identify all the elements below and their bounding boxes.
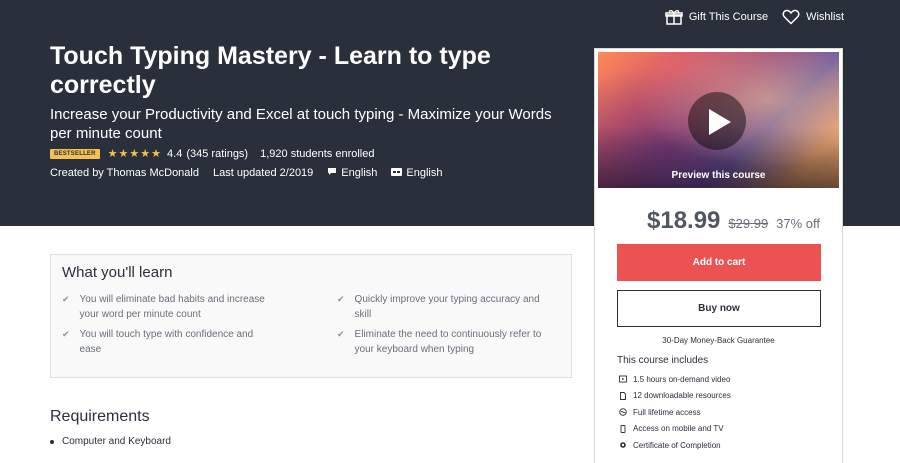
heart-icon xyxy=(782,9,800,25)
gift-icon xyxy=(665,9,683,25)
video-icon xyxy=(619,375,627,383)
learn-item-text: You will touch type with confidence and … xyxy=(79,329,254,355)
learn-item: ✔ You will touch type with confidence an… xyxy=(62,327,272,357)
last-updated: Last updated 2/2019 xyxy=(212,167,314,179)
check-icon: ✔ xyxy=(337,329,345,339)
learn-item: ✔ Quickly improve your typing accuracy a… xyxy=(337,292,547,322)
star-icon: ★ xyxy=(107,147,118,160)
mobile-icon xyxy=(619,424,627,433)
includes-item-label: 1.5 hours on-demand video xyxy=(633,374,731,384)
learn-item-text: Quickly improve your typing accuracy and… xyxy=(354,294,540,320)
created-row: Created by Thomas McDonald Last updated … xyxy=(50,167,456,179)
includes-item: Access on mobile and TV xyxy=(619,421,731,438)
purchase-sidebar: Preview this course $18.99 $29.99 37% of… xyxy=(594,48,843,463)
rating-value: 4.4 xyxy=(167,148,183,160)
includes-list: 1.5 hours on-demand video 12 downloadabl… xyxy=(619,371,731,454)
learn-item: ✔ Eliminate the need to continuously ref… xyxy=(337,327,547,357)
certificate-icon xyxy=(619,441,627,449)
learn-title: What you'll learn xyxy=(62,264,173,281)
students-enrolled: 1,920 students enrolled xyxy=(260,148,375,160)
buy-now-button[interactable]: Buy now xyxy=(617,290,821,327)
bestseller-badge: BESTSELLER xyxy=(50,149,100,159)
learn-item: ✔ You will eliminate bad habits and incr… xyxy=(62,292,272,322)
rating-row: BESTSELLER ★ ★ ★ ★ ★ 4.4 (345 ratings) 1… xyxy=(50,148,374,160)
includes-item: 12 downloadable resources xyxy=(619,388,731,405)
speech-bubble-icon xyxy=(327,167,337,179)
current-price: $18.99 xyxy=(647,207,721,234)
add-to-cart-button[interactable]: Add to cart xyxy=(617,244,821,281)
includes-item-label: 12 downloadable resources xyxy=(633,391,731,401)
course-preview[interactable]: Preview this course xyxy=(598,52,839,188)
course-subtitle: Increase your Productivity and Excel at … xyxy=(50,106,552,142)
check-icon: ✔ xyxy=(337,294,345,304)
gift-course-button[interactable]: Gift This Course xyxy=(665,9,768,25)
check-icon: ✔ xyxy=(62,329,70,339)
bullet-icon xyxy=(50,439,54,444)
wishlist-button[interactable]: Wishlist xyxy=(782,9,844,25)
audio-language-label: English xyxy=(341,167,378,179)
discount-label: 37% off xyxy=(776,216,821,231)
star-half-icon: ★ xyxy=(151,147,162,160)
star-icon: ★ xyxy=(140,147,151,160)
includes-item-label: Full lifetime access xyxy=(633,407,701,417)
includes-item: Full lifetime access xyxy=(619,404,731,421)
price-row: $18.99 $29.99 37% off xyxy=(647,207,820,235)
rating-count[interactable]: (345 ratings) xyxy=(186,148,248,160)
learn-item-text: Eliminate the need to continuously refer… xyxy=(354,329,542,355)
original-price: $29.99 xyxy=(728,216,769,231)
money-back-guarantee: 30-Day Money-Back Guarantee xyxy=(662,336,775,345)
gift-label: Gift This Course xyxy=(688,11,769,23)
what-youll-learn-box: What you'll learn ✔ You will eliminate b… xyxy=(50,254,572,378)
includes-item-label: Access on mobile and TV xyxy=(633,424,724,434)
star-icon: ★ xyxy=(129,147,140,160)
includes-item: 1.5 hours on-demand video xyxy=(619,371,731,388)
includes-item: Certificate of Completion xyxy=(619,437,731,454)
top-actions: Gift This Course Wishlist xyxy=(665,9,844,25)
requirement-text: Computer and Keyboard xyxy=(62,436,171,447)
caption-language-label: English xyxy=(406,167,443,179)
course-title: Touch Typing Mastery - Learn to type cor… xyxy=(50,42,491,99)
created-by[interactable]: Created by Thomas McDonald xyxy=(50,167,199,179)
file-icon xyxy=(619,391,627,400)
play-icon xyxy=(709,109,731,135)
includes-item-label: Certificate of Completion xyxy=(633,440,721,450)
check-icon: ✔ xyxy=(62,294,70,304)
includes-title: This course includes xyxy=(617,355,709,366)
preview-label: Preview this course xyxy=(671,170,766,181)
play-button[interactable] xyxy=(688,92,746,150)
closed-captions-icon xyxy=(391,167,403,179)
caption-language: English xyxy=(391,167,442,179)
requirements-title: Requirements xyxy=(50,408,150,425)
star-rating: ★ ★ ★ ★ ★ xyxy=(107,147,162,160)
infinity-icon xyxy=(619,408,627,416)
star-icon: ★ xyxy=(118,147,129,160)
wishlist-label: Wishlist xyxy=(806,11,844,23)
requirements-list: Computer and Keyboard xyxy=(50,436,171,447)
audio-language: English xyxy=(327,167,377,179)
requirement-item: Computer and Keyboard xyxy=(50,436,171,447)
learn-item-text: You will eliminate bad habits and increa… xyxy=(79,294,265,320)
